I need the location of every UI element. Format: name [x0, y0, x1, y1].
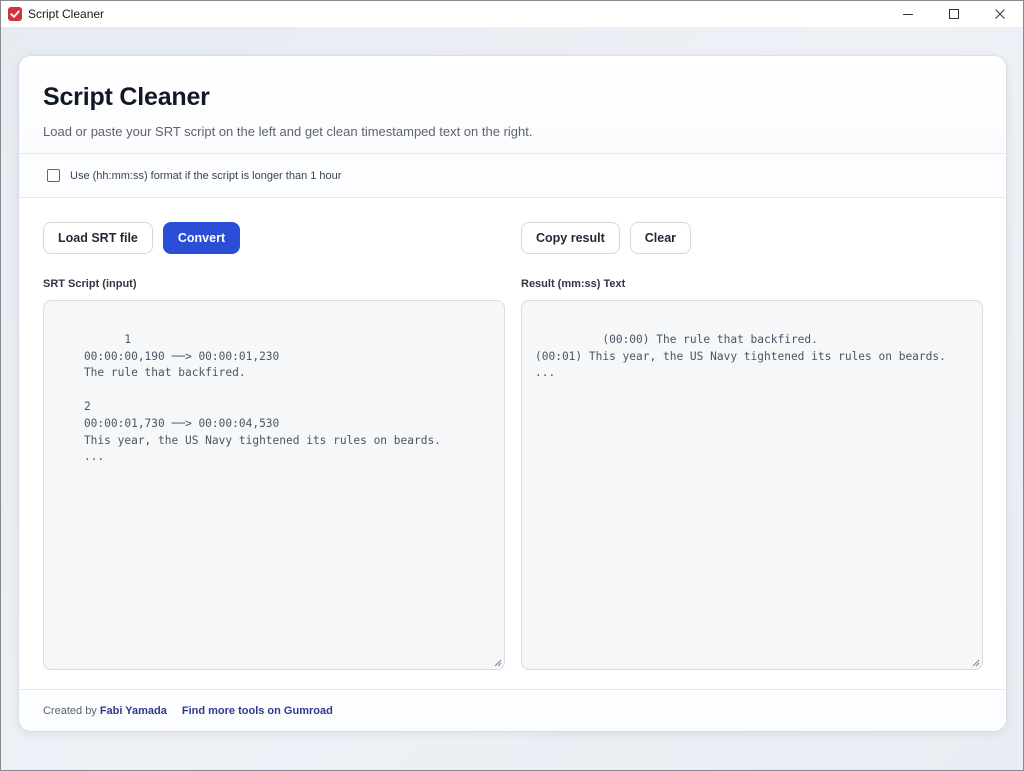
- minimize-button[interactable]: [885, 1, 931, 27]
- load-srt-button[interactable]: Load SRT file: [43, 222, 153, 254]
- copy-result-button[interactable]: Copy result: [521, 222, 620, 254]
- hour-format-checkbox[interactable]: [47, 169, 60, 182]
- minimize-icon: [903, 14, 913, 15]
- close-icon: [995, 9, 1005, 19]
- convert-button[interactable]: Convert: [162, 222, 241, 254]
- resize-grip-icon[interactable]: [493, 658, 502, 667]
- result-label: Result (mm:ss) Text: [521, 278, 626, 290]
- app-window: Script Cleaner Script Cleaner Load or pa…: [0, 0, 1024, 771]
- author-link[interactable]: Fabi Yamada: [100, 705, 167, 717]
- page-title: Script Cleaner: [43, 83, 210, 111]
- srt-input-textarea[interactable]: 1 00:00:00,190 ──> 00:00:01,230 The rule…: [43, 300, 505, 670]
- main-card: Script Cleaner Load or paste your SRT sc…: [19, 56, 1006, 731]
- clear-button[interactable]: Clear: [629, 222, 692, 254]
- window-title: Script Cleaner: [28, 7, 105, 21]
- close-button[interactable]: [977, 1, 1023, 27]
- result-textarea[interactable]: (00:00) The rule that backfired. (00:01)…: [521, 300, 983, 670]
- input-label: SRT Script (input): [43, 278, 137, 290]
- result-text: (00:00) The rule that backfired. (00:01)…: [535, 332, 946, 380]
- options-row: Use (hh:mm:ss) format if the script is l…: [19, 154, 1006, 198]
- maximize-button[interactable]: [931, 1, 977, 27]
- window-controls: [885, 1, 1023, 27]
- hour-format-label[interactable]: Use (hh:mm:ss) format if the script is l…: [70, 170, 341, 182]
- page-subtitle: Load or paste your SRT script on the lef…: [43, 124, 533, 139]
- input-toolbar: Load SRT file Convert: [43, 222, 241, 254]
- result-toolbar: Copy result Clear: [521, 222, 692, 254]
- resize-grip-icon[interactable]: [971, 658, 980, 667]
- maximize-icon: [949, 9, 959, 19]
- card-header: Script Cleaner Load or paste your SRT sc…: [19, 56, 1006, 154]
- created-by-text: Created by: [43, 704, 97, 717]
- gumroad-link[interactable]: Find more tools on Gumroad: [182, 705, 333, 717]
- srt-input-text: 1 00:00:00,190 ──> 00:00:01,230 The rule…: [83, 332, 441, 464]
- title-bar[interactable]: Script Cleaner: [1, 1, 1023, 27]
- checkmark-icon: [8, 7, 22, 21]
- footer: Created by Fabi Yamada Find more tools o…: [19, 689, 1006, 731]
